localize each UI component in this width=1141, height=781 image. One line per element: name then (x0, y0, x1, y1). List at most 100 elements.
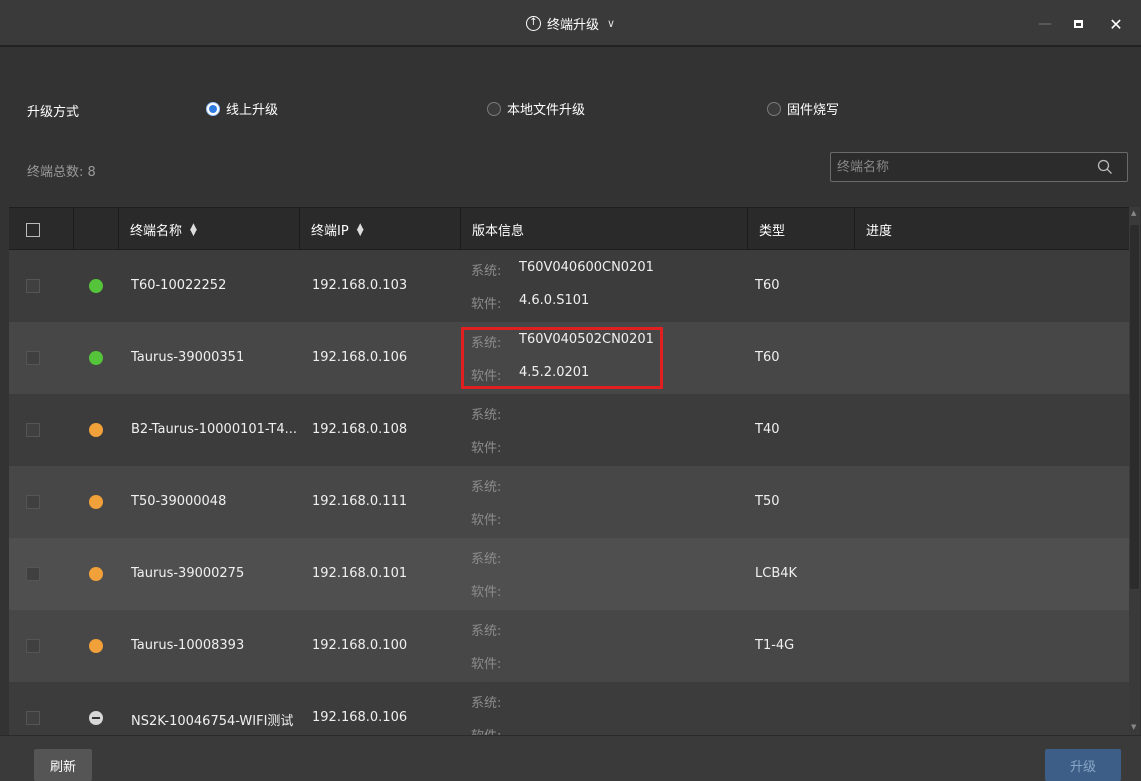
scroll-thumb[interactable] (1130, 225, 1139, 589)
header-ip-label: 终端IP (311, 224, 349, 239)
maximize-button[interactable] (1066, 12, 1090, 36)
header-progress-label: 进度 (866, 224, 893, 239)
radio-online-upgrade[interactable]: 线上升级 (206, 99, 278, 118)
system-label: 系统: (471, 264, 502, 279)
terminal-type: T1-4G (755, 638, 795, 653)
header-version-label: 版本信息 (472, 224, 525, 239)
terminal-type: T50 (755, 494, 780, 509)
software-label: 软件: (471, 297, 502, 312)
terminal-name: Taurus-39000351 (131, 350, 245, 365)
table-header: 终端名称 ▲ ▼ 终端IP ▲ ▼ 版本信息 类型 进度 (9, 207, 1130, 251)
status-warning-icon (89, 639, 103, 653)
search-input[interactable] (831, 153, 1091, 181)
software-label: 软件: (471, 441, 502, 456)
upgrade-mode-label: 升级方式 (27, 105, 80, 120)
software-label: 软件: (471, 513, 502, 528)
search-icon[interactable] (1097, 159, 1113, 175)
header-select-all-cell (9, 208, 74, 251)
system-label: 系统: (471, 552, 502, 567)
table-row[interactable]: NS2K-10046754-WIFI测试 192.168.0.106 系统: 软… (9, 682, 1130, 735)
header-name[interactable]: 终端名称 ▲ ▼ (119, 208, 300, 251)
title-bar: ↑ 终端升级 ∨ — ✕ (0, 0, 1141, 47)
radio-unchecked-icon (487, 101, 501, 116)
software-label: 软件: (471, 725, 501, 735)
table-row[interactable]: Taurus-39000351 192.168.0.106 系统: T60V04… (9, 322, 1130, 394)
header-type: 类型 (748, 208, 855, 251)
header-type-label: 类型 (759, 224, 786, 239)
chevron-down-icon[interactable]: ∨ (607, 17, 615, 30)
terminal-ip: 192.168.0.106 (312, 350, 408, 365)
radio-label: 线上升级 (226, 103, 279, 118)
software-version: 4.6.0.S101 (519, 293, 590, 308)
terminal-name: Taurus-39000275 (131, 566, 245, 581)
minimize-button[interactable]: — (1033, 12, 1057, 36)
sort-icon[interactable]: ▲ ▼ (357, 222, 364, 237)
select-all-checkbox[interactable] (26, 222, 40, 237)
version-highlight-box (461, 327, 663, 389)
status-offline-icon (89, 711, 103, 725)
window-title-menu[interactable]: ↑ 终端升级 ∨ (0, 13, 1141, 33)
row-checkbox[interactable] (26, 639, 40, 653)
status-warning-icon (89, 423, 103, 437)
radio-label: 本地文件升级 (507, 103, 586, 118)
header-version: 版本信息 (461, 208, 748, 251)
terminal-count: 终端总数: 8 (27, 161, 96, 180)
radio-label: 固件烧写 (787, 103, 840, 118)
close-button[interactable]: ✕ (1104, 12, 1128, 36)
terminal-name: B2-Taurus-10000101-T4... (131, 422, 298, 437)
row-checkbox[interactable] (26, 351, 40, 365)
table-row[interactable]: T60-10022252 192.168.0.103 系统: T60V04060… (9, 250, 1130, 322)
system-label: 系统: (471, 408, 502, 423)
row-checkbox[interactable] (26, 567, 40, 581)
maximize-icon (1073, 20, 1083, 28)
scroll-down-arrow-icon[interactable]: ▼ (1131, 723, 1136, 731)
window-title: 终端升级 (546, 17, 599, 33)
header-name-label: 终端名称 (130, 224, 183, 239)
refresh-button[interactable]: 刷新 (34, 749, 92, 781)
status-warning-icon (89, 495, 103, 509)
header-status-cell (74, 208, 119, 251)
terminal-count-label: 终端总数: 8 (27, 165, 96, 180)
system-label: 系统: (471, 480, 502, 495)
terminal-type: T60 (755, 350, 780, 365)
software-label: 软件: (471, 585, 502, 600)
status-online-icon (89, 351, 103, 365)
terminal-ip: 192.168.0.108 (312, 422, 408, 437)
table-row[interactable]: T50-39000048 192.168.0.111 系统: 软件: T50 (9, 466, 1130, 538)
scroll-up-arrow-icon[interactable]: ▲ (1131, 209, 1136, 217)
table-scrollbar[interactable]: ▲ ▼ (1129, 207, 1140, 735)
terminal-name: T60-10022252 (131, 278, 227, 293)
terminal-ip: 192.168.0.106 (312, 710, 408, 725)
system-version: T60V040600CN0201 (519, 260, 654, 275)
footer-bar (0, 735, 1141, 781)
row-checkbox[interactable] (26, 279, 40, 293)
search-box[interactable] (830, 152, 1128, 182)
terminal-ip: 192.168.0.100 (312, 638, 408, 653)
row-checkbox[interactable] (26, 423, 40, 437)
table-row[interactable]: Taurus-39000275 192.168.0.101 系统: 软件: LC… (9, 538, 1130, 610)
sort-icon[interactable]: ▲ ▼ (190, 222, 197, 237)
status-warning-icon (89, 567, 103, 581)
radio-checked-icon (206, 101, 220, 116)
status-online-icon (89, 279, 103, 293)
upgrade-arrow-icon: ↑ (525, 15, 541, 31)
radio-unchecked-icon (767, 101, 781, 116)
terminal-ip: 192.168.0.101 (312, 566, 408, 581)
system-label: 系统: (471, 624, 502, 639)
terminal-name: T50-39000048 (131, 494, 227, 509)
terminal-table: 终端名称 ▲ ▼ 终端IP ▲ ▼ 版本信息 类型 进度 T60-10022252 … (9, 207, 1130, 735)
terminal-type: T40 (755, 422, 780, 437)
row-checkbox[interactable] (26, 495, 40, 509)
terminal-type: LCB4K (755, 566, 798, 581)
header-ip[interactable]: 终端IP ▲ ▼ (300, 208, 461, 251)
radio-local-file-upgrade[interactable]: 本地文件升级 (487, 99, 585, 118)
terminal-ip: 192.168.0.111 (312, 494, 408, 509)
table-row[interactable]: B2-Taurus-10000101-T4... 192.168.0.108 系… (9, 394, 1130, 466)
row-checkbox[interactable] (26, 711, 40, 725)
upgrade-button[interactable]: 升级 (1045, 749, 1121, 781)
table-row[interactable]: Taurus-10008393 192.168.0.100 系统: 软件: T1… (9, 610, 1130, 682)
terminal-name: Taurus-10008393 (131, 638, 245, 653)
radio-firmware-burn[interactable]: 固件烧写 (767, 99, 839, 118)
header-progress: 进度 (855, 208, 1130, 251)
terminal-name: NS2K-10046754-WIFI测试 (131, 714, 294, 729)
